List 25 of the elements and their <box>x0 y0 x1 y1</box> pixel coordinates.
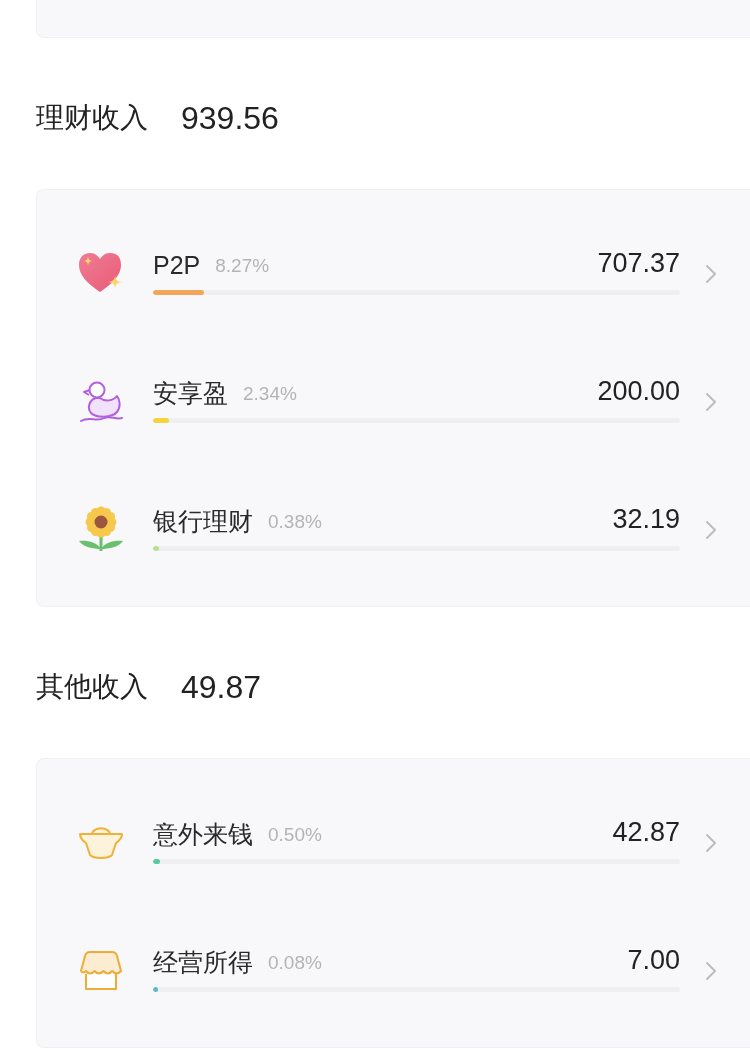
item-name: 经营所得 <box>153 946 253 978</box>
chevron-icon[interactable] <box>705 961 717 981</box>
item-amount: 707.37 <box>597 246 680 279</box>
item-name: 银行理财 <box>153 505 253 537</box>
item-amount: 7.00 <box>627 943 680 976</box>
item-percent: 8.27% <box>215 254 270 278</box>
section-total: 939.56 <box>181 99 279 138</box>
chevron-icon[interactable] <box>705 264 717 284</box>
item-amount: 200.00 <box>597 374 680 407</box>
item-percent: 2.34% <box>243 382 297 406</box>
sunflower-icon <box>77 505 125 553</box>
item-percent: 0.50% <box>268 823 322 847</box>
item-amount: 32.19 <box>612 502 680 535</box>
item-percent: 0.38% <box>268 510 322 534</box>
section-title: 理财收入 <box>36 101 148 135</box>
item-name: 安享盈 <box>153 377 228 409</box>
item-amount: 42.87 <box>612 815 680 848</box>
chevron-icon[interactable] <box>705 833 717 853</box>
item-name: 意外来钱 <box>153 818 253 850</box>
chevron-icon[interactable] <box>705 392 717 412</box>
chevron-icon[interactable] <box>705 520 717 540</box>
item-percent: 0.08% <box>268 951 322 975</box>
section-title: 其他收入 <box>36 670 148 704</box>
item-name: P2P <box>153 249 201 281</box>
section-total: 49.87 <box>181 668 262 707</box>
